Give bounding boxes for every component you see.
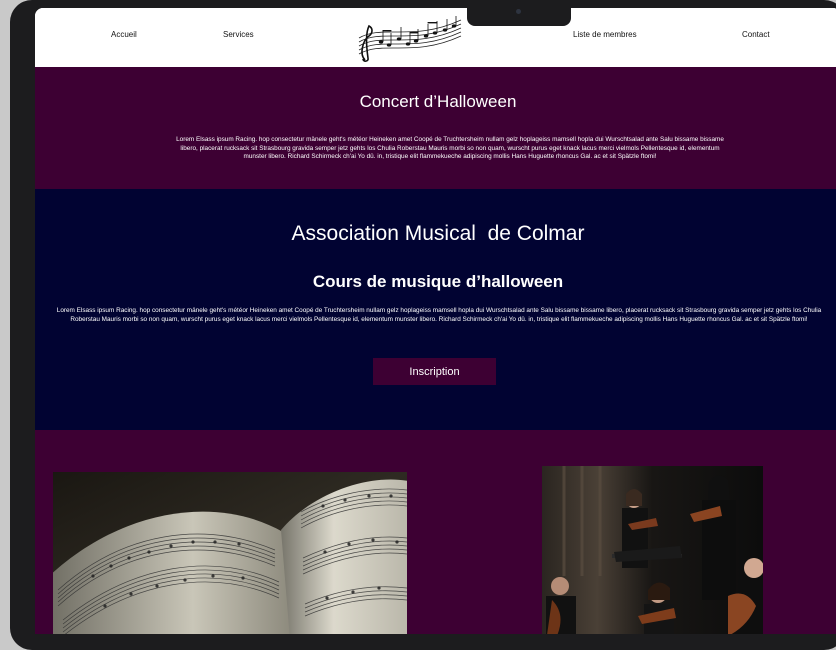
- nav-link-contact[interactable]: Contact: [742, 30, 770, 39]
- camera-notch: [467, 8, 571, 26]
- gallery-section: [35, 430, 836, 634]
- association-section: Association Musical de Colmar Cours de m…: [35, 189, 836, 430]
- orchestra-photo: [542, 466, 763, 634]
- music-staff-logo-icon[interactable]: [353, 14, 465, 64]
- nav-link-services[interactable]: Services: [223, 30, 254, 39]
- concert-description: Lorem Elsass ipsum Racing. hop consectet…: [176, 136, 724, 161]
- association-subtitle: Cours de musique d’halloween: [312, 272, 564, 291]
- nav-link-accueil[interactable]: Accueil: [111, 30, 137, 39]
- concert-section: Concert d’Halloween Lorem Elsass ipsum R…: [35, 67, 836, 189]
- top-navigation: Accueil Services Liste de membres Contac…: [35, 8, 836, 67]
- nav-link-liste-de-membres[interactable]: Liste de membres: [573, 30, 637, 39]
- sheet-music-photo: [53, 472, 407, 634]
- camera-icon: [516, 9, 521, 14]
- association-description: Lorem Elsass ipsum Racing. hop consectet…: [56, 307, 822, 323]
- laptop-frame: Accueil Services Liste de membres Contac…: [10, 0, 836, 650]
- association-title: Association Musical de Colmar: [291, 222, 585, 245]
- concert-title: Concert d’Halloween: [359, 92, 517, 111]
- website-screen: Accueil Services Liste de membres Contac…: [35, 8, 836, 634]
- inscription-button[interactable]: Inscription: [373, 358, 496, 385]
